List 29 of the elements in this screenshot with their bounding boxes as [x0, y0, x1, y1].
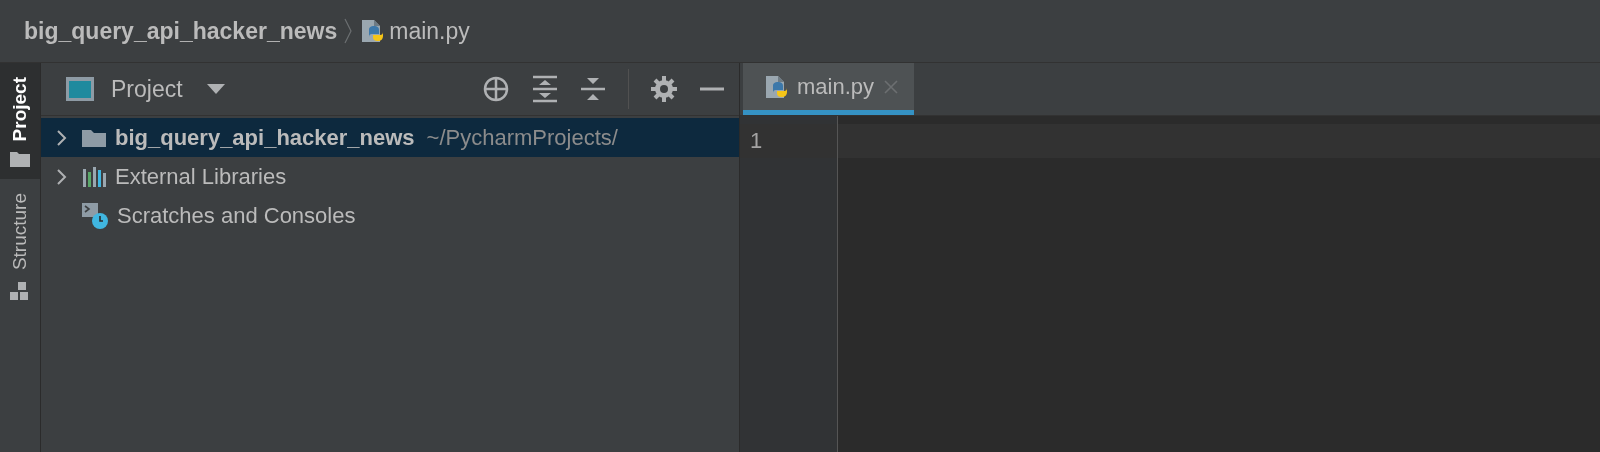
collapse-all-icon — [580, 75, 606, 103]
tree-item-path: ~/PycharmProjects/ — [426, 124, 618, 151]
structure-icon — [10, 280, 30, 301]
breadcrumb-item[interactable]: big_query_api_hacker_news — [24, 17, 338, 45]
window-icon — [65, 76, 95, 102]
tree-row[interactable]: External Libraries — [41, 157, 739, 196]
console-clock-icon — [81, 201, 109, 230]
panel-title[interactable]: Project — [111, 75, 183, 103]
chevron-icon — [343, 18, 354, 44]
folder-icon — [10, 151, 30, 168]
python-file-icon — [359, 18, 384, 44]
folder-icon — [81, 127, 107, 148]
tool-window-button[interactable]: Project — [0, 63, 40, 180]
minimize-icon — [699, 87, 725, 91]
dropdown-caret-icon — [206, 84, 225, 94]
python-file-icon — [763, 73, 787, 100]
editor-tab[interactable]: main.py — [743, 63, 915, 115]
expand-all-icon — [532, 75, 558, 103]
tree-row[interactable]: Scratches and Consoles — [41, 196, 739, 235]
tree-item-label: External Libraries — [115, 163, 287, 190]
breadcrumb-item[interactable]: main.py — [389, 17, 470, 45]
tool-window-button[interactable]: Structure — [0, 179, 40, 313]
library-icon — [81, 165, 107, 188]
settings-icon — [651, 76, 677, 102]
tree-item-label: Scratches and Consoles — [117, 202, 356, 229]
crosshair-icon — [482, 75, 510, 103]
close-icon — [884, 79, 899, 94]
tree-row[interactable]: big_query_api_hacker_news ~/PycharmProjects/ — [41, 118, 739, 157]
tree-item-label: big_query_api_hacker_news — [115, 124, 415, 151]
